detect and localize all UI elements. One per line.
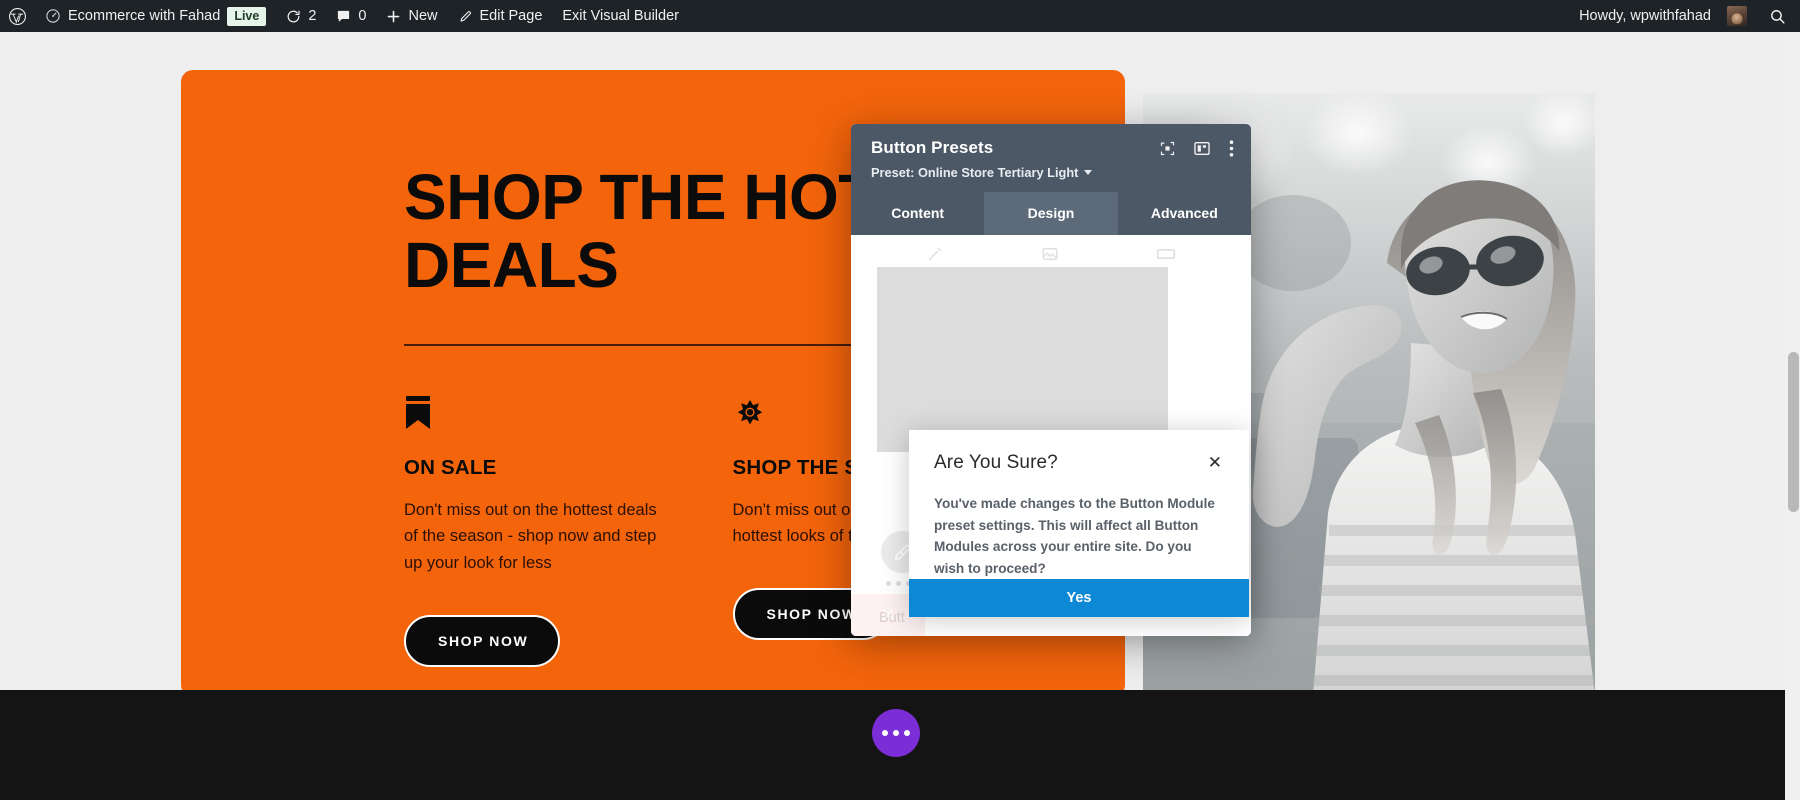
tab-advanced[interactable]: Advanced (1118, 192, 1251, 235)
dialog-message: You've made changes to the Button Module… (934, 496, 1215, 576)
avatar (1727, 6, 1747, 26)
page-canvas: SHOP THE HOTTEST DEALS ON SALE Don't mis… (0, 32, 1800, 800)
updates-refresh-icon (286, 9, 301, 24)
exit-visual-builder-button[interactable]: Exit Visual Builder (552, 0, 689, 32)
vertical-dots-icon[interactable] (1229, 139, 1234, 157)
image-icon (1042, 248, 1058, 260)
dialog-title: Are You Sure? (934, 452, 1058, 473)
slider-icon (1157, 249, 1176, 259)
dashboard-speedometer-icon (45, 8, 61, 24)
comments-count: 0 (358, 8, 367, 24)
new-content-menu[interactable]: New (376, 0, 447, 32)
feature-title: ON SALE (404, 455, 497, 479)
modal-tabs: Content Design Advanced (851, 192, 1251, 235)
divi-page-settings-fab[interactable] (872, 709, 920, 757)
modal-quick-icons (851, 235, 1251, 263)
preview-placeholder (877, 267, 1168, 452)
wordpress-logo-button[interactable] (0, 0, 35, 32)
layout-panel-icon[interactable] (1194, 141, 1210, 156)
feature-body: Don't miss out on the hottest deals of t… (404, 500, 657, 573)
close-x-icon: ✕ (880, 604, 896, 625)
page-scrollbar-thumb[interactable] (1788, 352, 1799, 512)
exit-visual-builder-label: Exit Visual Builder (562, 8, 679, 24)
howdy-label: Howdy, wpwithfahad (1579, 8, 1711, 24)
chevron-down-icon (1084, 170, 1093, 175)
wp-admin-bar: Ecommerce with Fahad Live 2 0 New Edit P… (0, 0, 1800, 32)
shop-now-button[interactable]: SHOP NOW (404, 614, 561, 667)
new-content-label: New (408, 8, 438, 24)
updates-count: 2 (308, 8, 317, 24)
updates-menu[interactable]: 2 (276, 0, 326, 32)
preset-selector[interactable]: Preset: Online Store Tertiary Light (871, 165, 1234, 180)
plus-icon (386, 9, 401, 24)
comments-menu[interactable]: 0 (326, 0, 376, 32)
modal-header: Button Presets Preset: Online Store Tert… (851, 124, 1251, 192)
dialog-close-icon[interactable]: ✕ (1198, 452, 1224, 475)
site-name-label: Ecommerce with Fahad (68, 8, 221, 24)
tab-design[interactable]: Design (984, 192, 1118, 235)
preset-label: Preset: Online Store Tertiary Light (871, 165, 1079, 180)
bookmark-icon (404, 395, 673, 430)
edit-page-menu[interactable]: Edit Page (448, 0, 553, 32)
live-badge: Live (227, 6, 267, 26)
feature-column-on-sale: ON SALE Don't miss out on the hottest de… (404, 395, 733, 667)
pencil-icon (458, 9, 473, 24)
modal-title: Button Presets (871, 138, 994, 157)
three-dots-icon (882, 730, 910, 736)
comment-bubble-icon (336, 9, 351, 24)
are-you-sure-dialog: Are You Sure? ✕ You've made changes to t… (909, 430, 1249, 618)
tab-content[interactable]: Content (851, 192, 984, 235)
search-icon[interactable] (1769, 8, 1786, 25)
site-name-menu[interactable]: Ecommerce with Fahad Live (35, 0, 276, 32)
wordpress-logo-icon (8, 7, 27, 26)
dialog-confirm-button[interactable]: Yes (909, 579, 1249, 618)
magic-wand-icon (928, 247, 942, 261)
focus-target-icon[interactable] (1160, 141, 1175, 156)
edit-page-label: Edit Page (479, 8, 543, 24)
account-menu[interactable]: Howdy, wpwithfahad (1569, 0, 1757, 32)
